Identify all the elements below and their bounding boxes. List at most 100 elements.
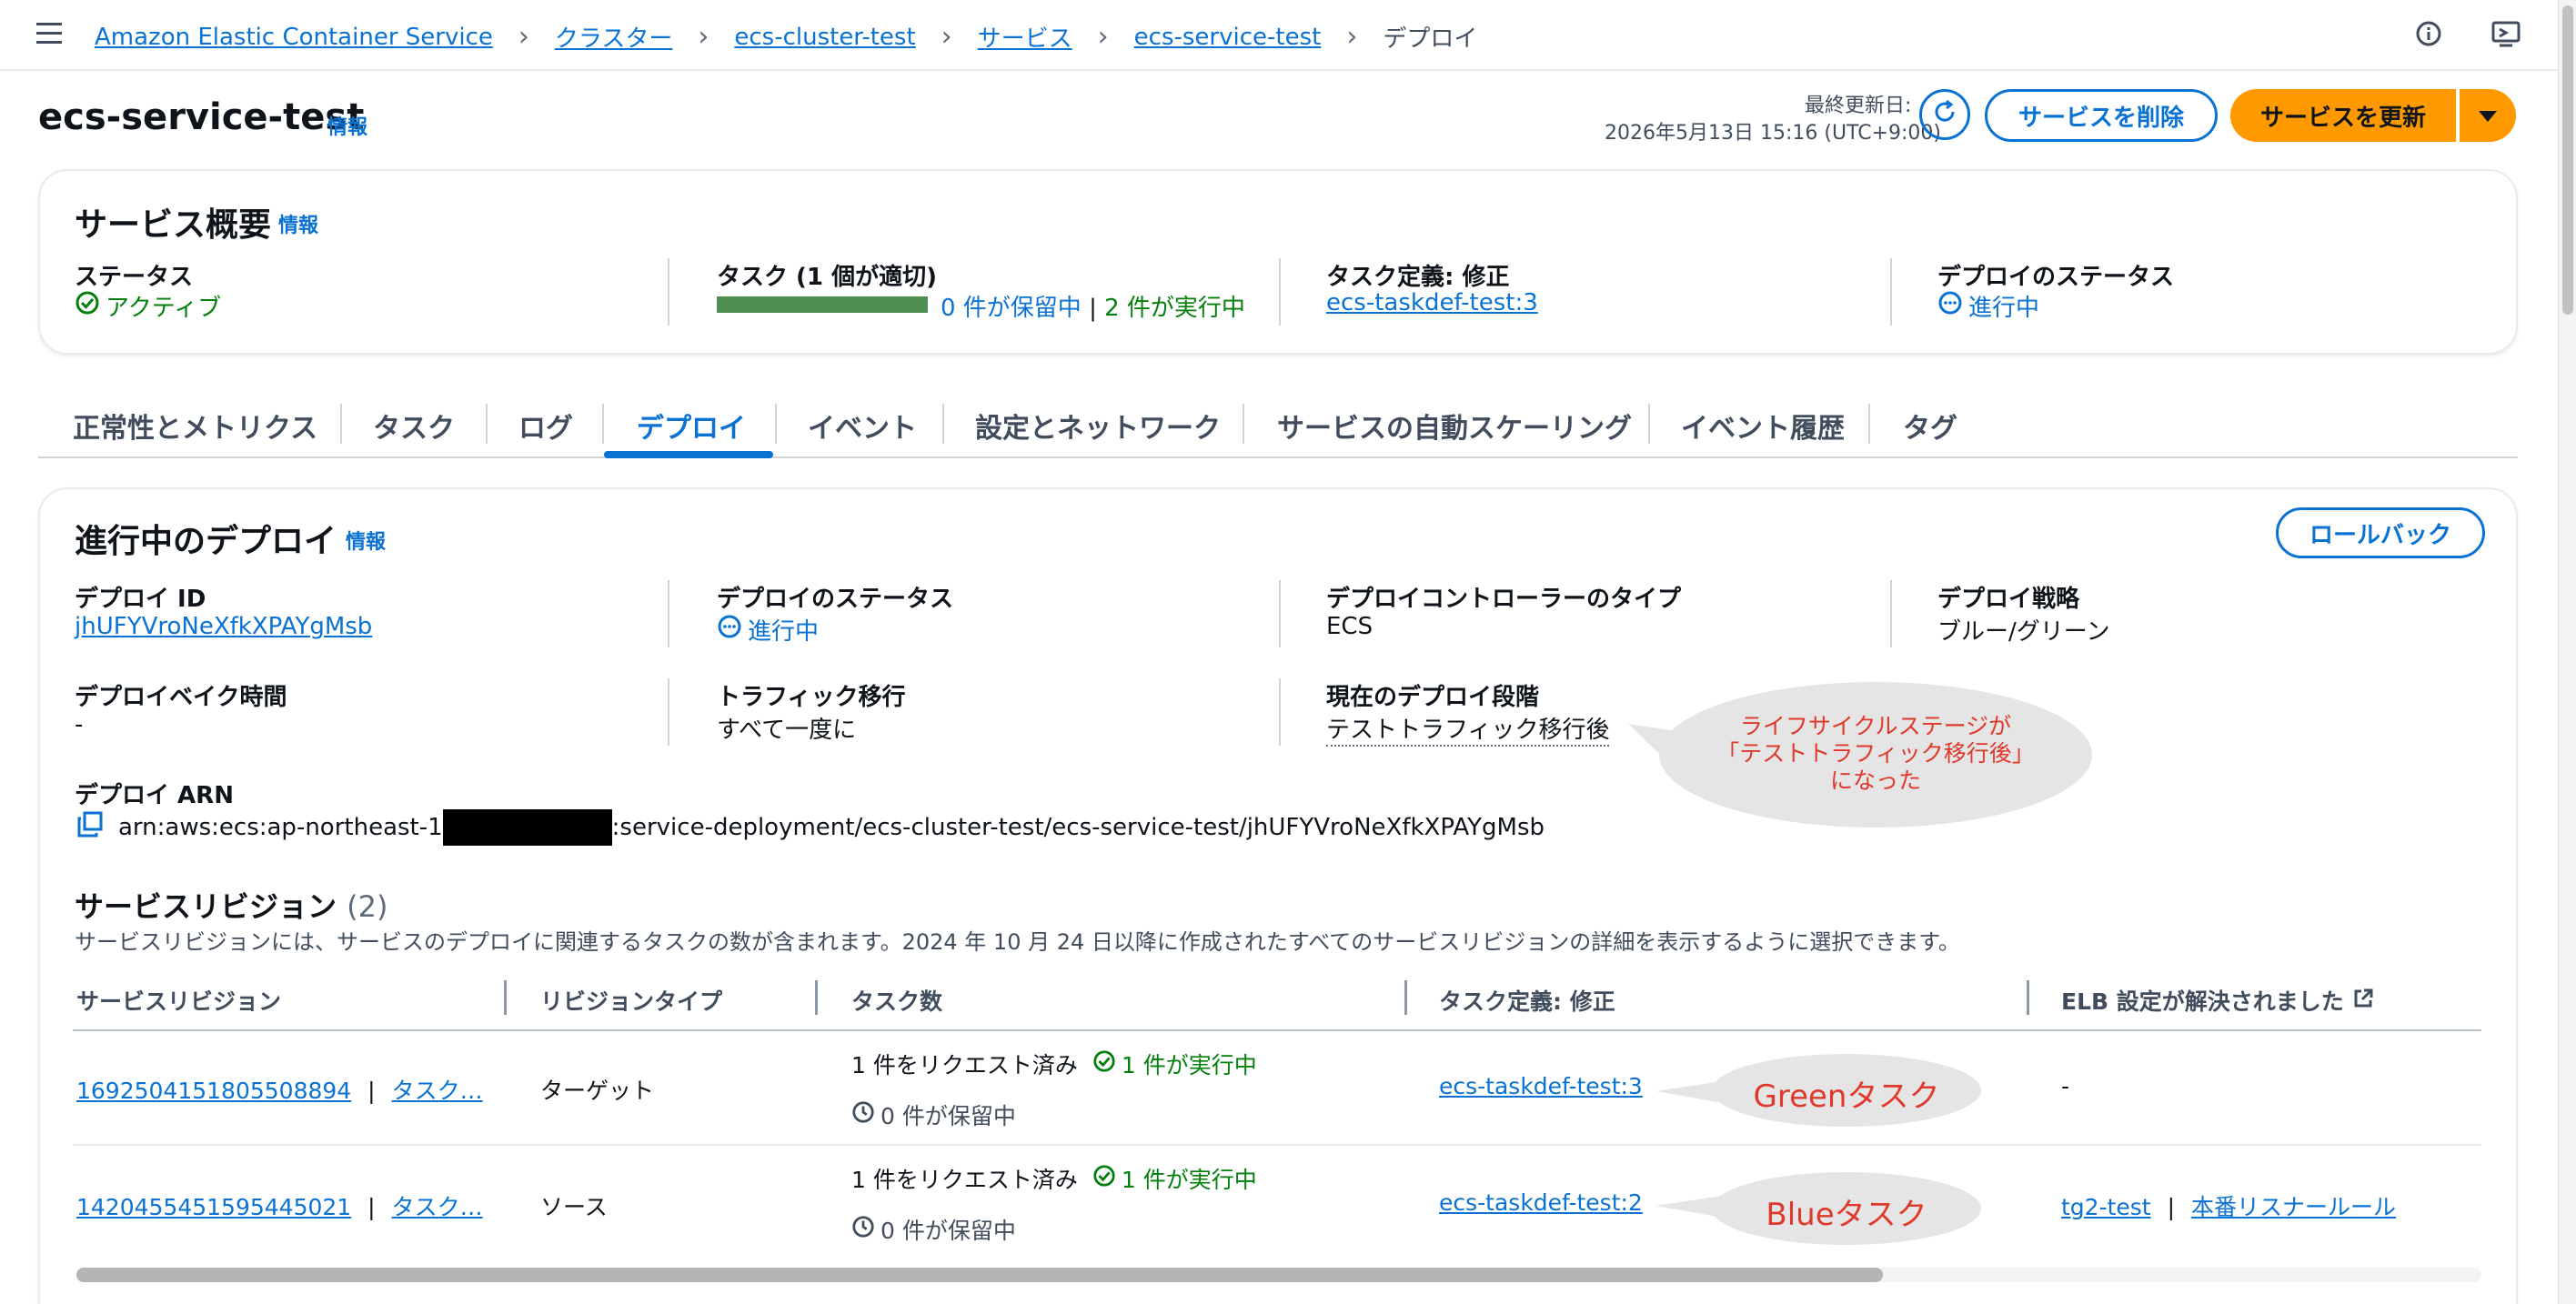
tab-health-metrics[interactable]: 正常性とメトリクス bbox=[73, 406, 317, 446]
divider bbox=[1890, 258, 1892, 326]
column-resizer[interactable] bbox=[504, 980, 507, 1015]
column-resizer[interactable] bbox=[815, 980, 818, 1015]
deploy-status-label-2: デプロイのステータス bbox=[717, 586, 954, 613]
tab-divider bbox=[1243, 404, 1244, 444]
feedback-icon[interactable] bbox=[2490, 20, 2521, 49]
divider bbox=[668, 258, 669, 326]
revision-type: ターゲット bbox=[540, 1078, 655, 1104]
deploy-status-value-2: 進行中 bbox=[717, 613, 819, 647]
breadcrumb-ecs[interactable]: Amazon Elastic Container Service bbox=[95, 24, 493, 51]
page-title: ecs-service-test bbox=[38, 96, 365, 138]
tab-divider bbox=[486, 404, 488, 444]
rollback-button[interactable]: ロールバック bbox=[2276, 507, 2485, 558]
task-count-cell: 1 件をリクエスト済み 1 件が実行中 0 件が保留中 bbox=[851, 1048, 1257, 1131]
tasks-label: タスク (1 個が適切) bbox=[717, 264, 937, 291]
tab-divider bbox=[1648, 404, 1650, 444]
deploy-status-value: 進行中 bbox=[1937, 289, 2039, 323]
phase-note-line2: 「テストトラフィック移行後」 bbox=[1716, 740, 2035, 767]
delete-service-button[interactable]: サービスを削除 bbox=[1985, 89, 2218, 142]
active-tab-indicator bbox=[604, 451, 773, 458]
deployment-title: 進行中のデプロイ bbox=[75, 523, 337, 560]
taskdef-label: タスク定義: 修正 bbox=[1326, 264, 1510, 291]
clock-icon bbox=[851, 1100, 875, 1129]
breadcrumb-services[interactable]: サービス bbox=[978, 20, 1072, 54]
revision-cell: 1692504151805508894 | タスク… bbox=[76, 1078, 483, 1104]
horizontal-scrollbar-thumb[interactable] bbox=[76, 1268, 1883, 1282]
info-link[interactable]: 情報 bbox=[327, 111, 367, 140]
tab-tasks[interactable]: タスク bbox=[373, 406, 455, 446]
tab-divider bbox=[942, 404, 944, 444]
deploy-status-label: デプロイのステータス bbox=[1937, 264, 2175, 291]
column-header-elb[interactable]: ELB 設定が解決されました bbox=[2061, 984, 2373, 1017]
horizontal-scrollbar[interactable] bbox=[76, 1268, 2481, 1282]
tasks-link[interactable]: タスク… bbox=[392, 1078, 483, 1104]
elb-value: - bbox=[2061, 1073, 2070, 1099]
listener-rule-link[interactable]: 本番リスナールール bbox=[2191, 1194, 2396, 1220]
tab-tags[interactable]: タグ bbox=[1903, 406, 1957, 446]
task-count-cell: 1 件をリクエスト済み 1 件が実行中 0 件が保留中 bbox=[851, 1162, 1257, 1246]
tasks-progress-bar bbox=[717, 296, 928, 313]
tab-divider bbox=[340, 404, 342, 444]
menu-icon[interactable] bbox=[36, 22, 62, 45]
breadcrumb-clusters[interactable]: クラスター bbox=[555, 20, 672, 54]
breadcrumb-cluster[interactable]: ecs-cluster-test bbox=[734, 24, 915, 51]
in-progress-icon bbox=[717, 614, 742, 646]
update-service-button[interactable]: サービスを更新 bbox=[2230, 89, 2456, 142]
overview-info-link[interactable]: 情報 bbox=[278, 209, 318, 238]
revision-link[interactable]: 1692504151805508894 bbox=[76, 1078, 351, 1104]
tab-auto-scaling[interactable]: サービスの自動スケーリング bbox=[1277, 406, 1632, 446]
tab-deployments[interactable]: デプロイ bbox=[637, 406, 746, 446]
deployment-info-link[interactable]: 情報 bbox=[346, 526, 386, 555]
refresh-button[interactable] bbox=[1919, 89, 1970, 140]
tasks-pending-link[interactable]: 0 件が保留中 bbox=[941, 295, 1082, 322]
tab-config-networking[interactable]: 設定とネットワーク bbox=[975, 406, 1221, 446]
target-group-link[interactable]: tg2-test bbox=[2061, 1194, 2151, 1220]
tasks-summary: 0 件が保留中 | 2 件が実行中 bbox=[941, 295, 1245, 322]
chevron-right-icon: › bbox=[1097, 21, 1109, 53]
last-updated-label: 最終更新日: bbox=[1805, 95, 1912, 117]
tab-divider bbox=[602, 404, 604, 444]
copy-icon[interactable] bbox=[76, 811, 104, 838]
tasks-running-link[interactable]: 2 件が実行中 bbox=[1104, 295, 1245, 322]
column-header-type[interactable]: リビジョンタイプ bbox=[540, 984, 722, 1017]
column-resizer[interactable] bbox=[2027, 980, 2029, 1015]
arn-label: デプロイ ARN bbox=[75, 782, 234, 809]
taskdef-link[interactable]: ecs-taskdef-test:3 bbox=[1326, 289, 1538, 316]
phase-note-line3: になった bbox=[1829, 767, 1921, 794]
bake-time-label: デプロイベイク時間 bbox=[75, 684, 287, 711]
deploy-id-label: デプロイ ID bbox=[75, 586, 206, 613]
update-service-dropdown[interactable] bbox=[2460, 89, 2516, 142]
bake-time-value: - bbox=[75, 711, 84, 738]
check-circle-icon bbox=[75, 290, 100, 322]
phase-note-line1: ライフサイクルステージが bbox=[1739, 713, 2012, 739]
chevron-right-icon: › bbox=[698, 21, 709, 53]
breadcrumb-service[interactable]: ecs-service-test bbox=[1134, 24, 1322, 51]
tab-logs[interactable]: ログ bbox=[518, 406, 573, 446]
caret-down-icon bbox=[2478, 102, 2498, 129]
revisions-description: サービスリビジョンには、サービスのデプロイに関連するタスクの数が含まれます。20… bbox=[75, 929, 1960, 955]
vertical-scrollbar[interactable] bbox=[2558, 0, 2576, 1304]
revision-type: ソース bbox=[540, 1194, 608, 1220]
column-header-revision[interactable]: サービスリビジョン bbox=[76, 984, 281, 1017]
tab-divider bbox=[775, 404, 777, 444]
divider bbox=[1279, 580, 1281, 647]
column-header-task-count[interactable]: タスク数 bbox=[851, 984, 942, 1017]
phase-value[interactable]: テストトラフィック移行後 bbox=[1326, 711, 1610, 747]
info-circle-icon[interactable] bbox=[2415, 20, 2442, 47]
revision-link[interactable]: 1420455451595445021 bbox=[76, 1194, 351, 1220]
taskdef-link[interactable]: ecs-taskdef-test:3 bbox=[1439, 1073, 1643, 1099]
revision-cell: 1420455451595445021 | タスク… bbox=[76, 1194, 483, 1220]
column-resizer[interactable] bbox=[1404, 980, 1407, 1015]
tab-event-history[interactable]: イベント履歴 bbox=[1681, 406, 1845, 446]
status-label: ステータス bbox=[75, 264, 194, 291]
tasks-link[interactable]: タスク… bbox=[392, 1194, 483, 1220]
chevron-right-icon: › bbox=[518, 21, 529, 53]
green-task-annotation: Greenタスク bbox=[1655, 1053, 1983, 1128]
clock-icon bbox=[851, 1215, 875, 1244]
blue-task-annotation: Blueタスク bbox=[1655, 1171, 1983, 1246]
column-header-taskdef[interactable]: タスク定義: 修正 bbox=[1439, 984, 1615, 1017]
taskdef-link[interactable]: ecs-taskdef-test:2 bbox=[1439, 1189, 1643, 1216]
external-link-icon bbox=[2353, 988, 2373, 1014]
deploy-id-link[interactable]: jhUFYVroNeXfkXPAYgMsb bbox=[75, 613, 372, 640]
tab-events[interactable]: イベント bbox=[808, 406, 917, 446]
